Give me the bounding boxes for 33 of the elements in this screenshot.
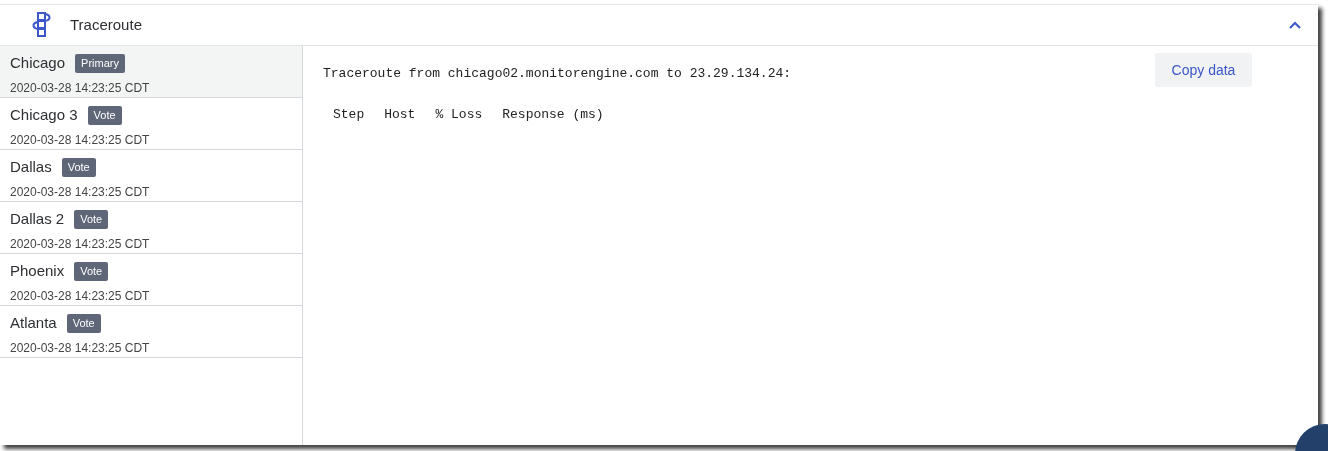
location-item[interactable]: Atlanta Vote 2020-03-28 14:23:25 CDT [0, 306, 302, 358]
location-item[interactable]: Dallas Vote 2020-03-28 14:23:25 CDT [0, 150, 302, 202]
column-header: Step [333, 106, 365, 124]
column-header: % Loss [435, 106, 483, 124]
role-badge: Vote [87, 106, 122, 125]
location-name: Dallas [10, 157, 52, 177]
location-name: Chicago 3 [10, 105, 78, 125]
location-timestamp: 2020-03-28 14:23:25 CDT [10, 339, 150, 357]
location-timestamp: 2020-03-28 14:23:25 CDT [10, 183, 150, 201]
location-timestamp: 2020-03-28 14:23:25 CDT [10, 131, 150, 149]
role-badge: Vote [74, 210, 109, 229]
traceroute-heading: Traceroute from chicago02.monitorengine.com to 23.29.134.24: [323, 65, 792, 83]
stacked-boxes-icon [32, 12, 52, 38]
location-timestamp: 2020-03-28 14:23:25 CDT [10, 79, 150, 97]
location-item[interactable]: Phoenix Vote 2020-03-28 14:23:25 CDT [0, 254, 302, 306]
location-item[interactable]: Dallas 2 Vote 2020-03-28 14:23:25 CDT [0, 202, 302, 254]
role-badge: Vote [66, 314, 101, 333]
panel-title: Traceroute [70, 14, 142, 35]
copy-data-button[interactable]: Copy data [1155, 53, 1252, 87]
role-badge: Vote [61, 158, 96, 177]
role-badge: Primary [75, 54, 125, 73]
collapse-chevron-icon[interactable] [1288, 20, 1302, 30]
role-badge: Vote [74, 262, 109, 281]
location-item[interactable]: Chicago 3 Vote 2020-03-28 14:23:25 CDT [0, 98, 302, 150]
location-name: Chicago [10, 53, 66, 73]
location-name: Atlanta [10, 313, 57, 333]
location-name: Phoenix [10, 261, 65, 281]
column-header: Response (ms) [502, 106, 604, 124]
column-header: Host [384, 106, 416, 124]
location-timestamp: 2020-03-28 14:23:25 CDT [10, 287, 150, 305]
location-name: Dallas 2 [10, 209, 65, 229]
location-item[interactable]: Chicago Primary 2020-03-28 14:23:25 CDT [0, 46, 302, 98]
location-timestamp: 2020-03-28 14:23:25 CDT [10, 235, 150, 253]
